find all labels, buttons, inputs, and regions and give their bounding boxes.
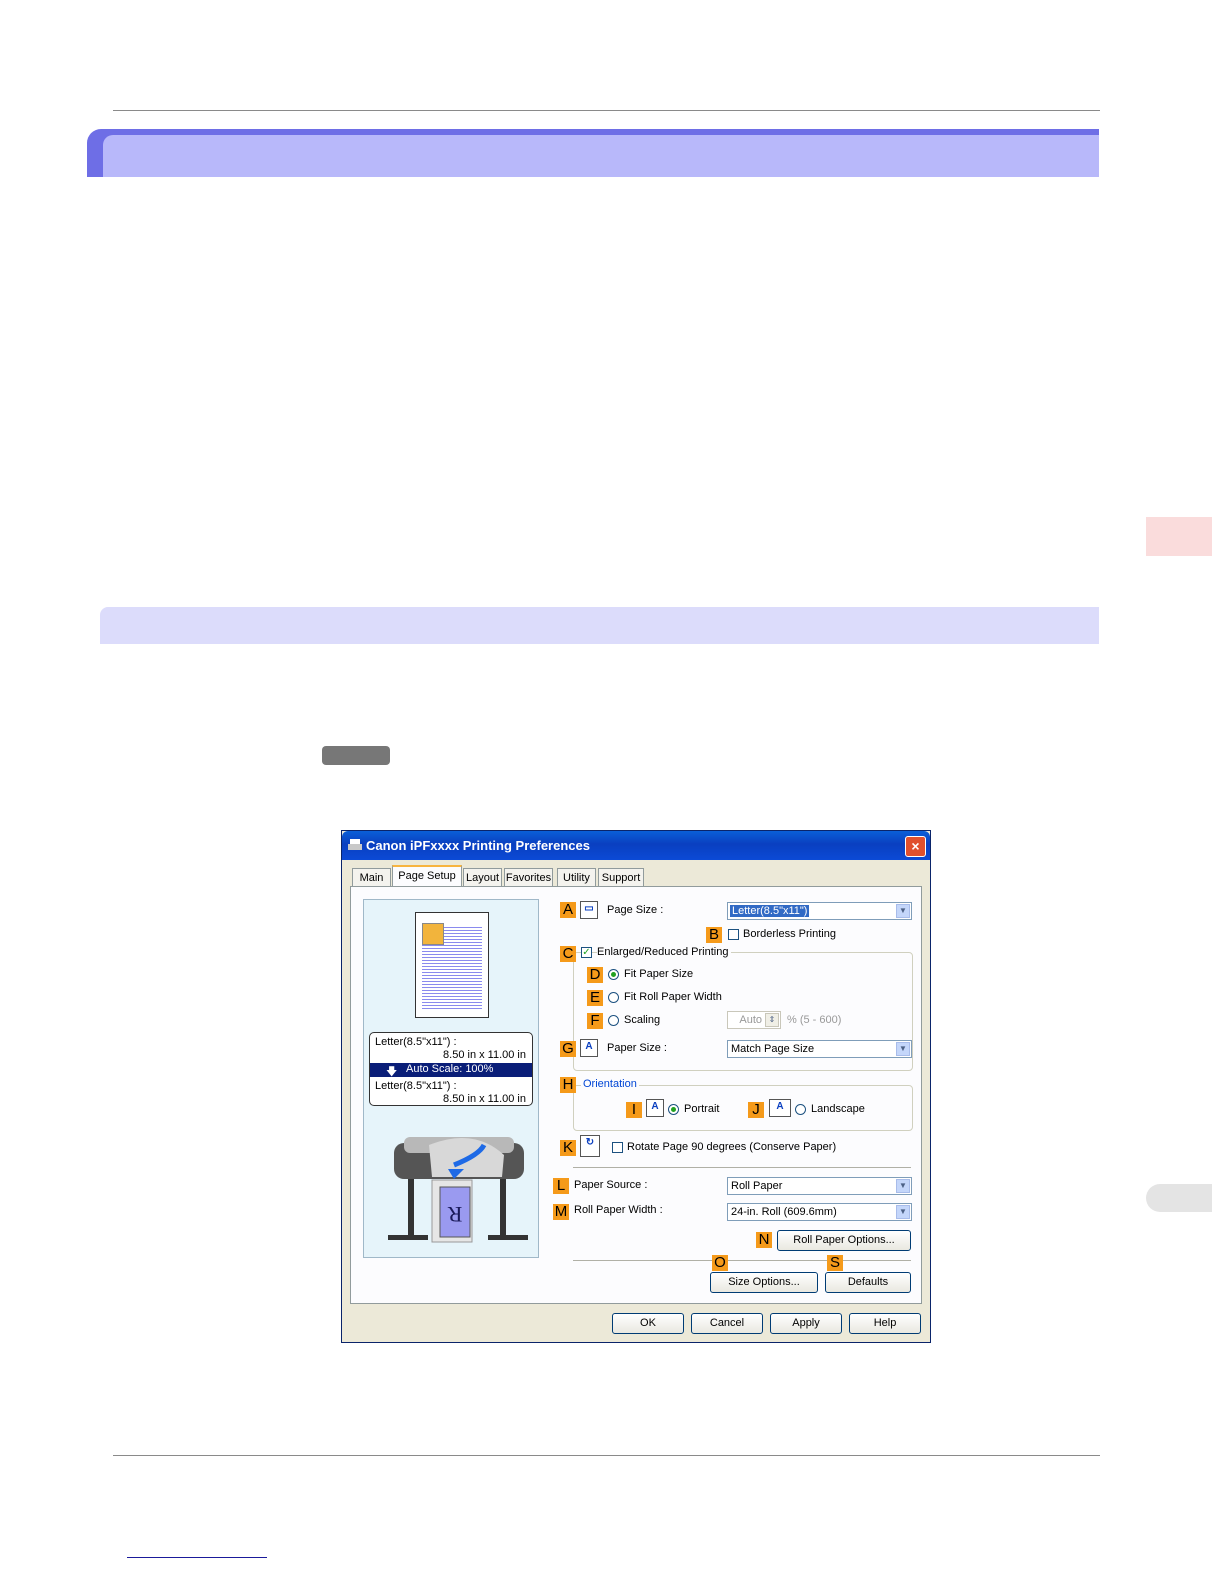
callout-a: A — [560, 902, 576, 918]
separator — [573, 1167, 911, 1168]
callout-s: S — [827, 1255, 843, 1271]
portrait-label: Portrait — [684, 1103, 720, 1115]
callout-c: C — [560, 946, 576, 962]
callout-o: O — [712, 1255, 728, 1271]
section-header-bar — [87, 129, 1099, 177]
side-page-tab — [1146, 1184, 1212, 1212]
scaling-radio[interactable] — [608, 1015, 619, 1026]
tab-support[interactable]: Support — [598, 868, 644, 887]
page-size-value: Letter(8.5"x11") — [730, 905, 810, 917]
paper-size-select[interactable]: Match Page Size ▼ — [727, 1040, 912, 1058]
size-options-button[interactable]: Size Options... — [710, 1272, 818, 1293]
roll-width-value: 24-in. Roll (609.6mm) — [731, 1206, 837, 1218]
callout-d: D — [587, 967, 603, 983]
callout-k: K — [560, 1140, 576, 1156]
paper-source-value: Roll Paper — [731, 1180, 783, 1192]
footer-link-underline[interactable] — [127, 1557, 267, 1558]
callout-b: B — [706, 927, 722, 943]
roll-width-select[interactable]: 24-in. Roll (609.6mm) ▼ — [727, 1203, 912, 1221]
auto-scale-band: 🡇 Auto Scale: 100% — [370, 1063, 532, 1078]
separator — [573, 1260, 911, 1261]
printer-letter: R — [447, 1202, 462, 1227]
chevron-down-icon: ▼ — [896, 1205, 910, 1219]
gray-badge — [322, 746, 390, 765]
defaults-button[interactable]: Defaults — [825, 1272, 911, 1293]
callout-e: E — [587, 990, 603, 1006]
callout-f: F — [587, 1013, 603, 1029]
scaling-value: Auto — [739, 1014, 762, 1026]
subsection-header-bar — [100, 607, 1099, 644]
info-line-4: 8.50 in x 11.00 in — [443, 1093, 526, 1105]
fit-roll-radio[interactable] — [608, 992, 619, 1003]
spinner-icon[interactable]: ⇕ — [765, 1013, 779, 1027]
chevron-down-icon: ▼ — [896, 1179, 910, 1193]
rotate-checkbox[interactable] — [612, 1142, 623, 1153]
paper-size-value: Match Page Size — [731, 1043, 815, 1055]
callout-j: J — [748, 1102, 764, 1118]
preview-area: Letter(8.5"x11") : 8.50 in x 11.00 in 🡇 … — [363, 899, 539, 1258]
page-size-select[interactable]: Letter(8.5"x11") ▼ — [727, 902, 912, 920]
chevron-down-icon: ▼ — [896, 904, 910, 918]
bottom-rule — [113, 1455, 1100, 1456]
landscape-radio[interactable] — [795, 1104, 806, 1115]
callout-h: H — [560, 1077, 576, 1093]
ok-button[interactable]: OK — [612, 1313, 684, 1334]
enlarged-label: Enlarged/Reduced Printing — [597, 946, 732, 958]
scaling-input[interactable]: Auto ⇕ — [727, 1011, 781, 1029]
tab-favorites[interactable]: Favorites — [504, 868, 553, 887]
roll-paper-options-button[interactable]: Roll Paper Options... — [777, 1230, 911, 1251]
tab-utility[interactable]: Utility — [557, 868, 596, 887]
tab-main[interactable]: Main — [352, 868, 391, 887]
callout-m: M — [553, 1203, 569, 1220]
page-size-icon: ▭ — [580, 901, 598, 919]
paper-size-icon: A — [580, 1039, 598, 1057]
fit-paper-label: Fit Paper Size — [624, 968, 694, 980]
landscape-icon: A — [769, 1099, 791, 1117]
borderless-checkbox[interactable] — [728, 929, 739, 940]
top-rule — [113, 110, 1100, 111]
help-button[interactable]: Help — [849, 1313, 921, 1334]
close-button[interactable]: × — [905, 836, 926, 857]
callout-i: I — [626, 1102, 642, 1118]
callout-n: N — [756, 1232, 772, 1248]
orientation-label: Orientation — [581, 1078, 639, 1090]
scaling-label: Scaling — [624, 1014, 661, 1026]
paper-info-box: Letter(8.5"x11") : 8.50 in x 11.00 in 🡇 … — [369, 1032, 533, 1106]
printer-icon — [348, 839, 362, 850]
borderless-label: Borderless Printing — [743, 928, 836, 940]
side-index-tab — [1146, 517, 1212, 556]
dialog-title: Canon iPFxxxx Printing Preferences — [366, 838, 590, 853]
paper-source-label: Paper Source : — [574, 1179, 648, 1191]
cancel-button[interactable]: Cancel — [691, 1313, 763, 1334]
page-preview-icon — [415, 912, 489, 1018]
printer-illustration: R — [388, 1137, 528, 1243]
rotate-page-icon: ↻ — [580, 1135, 600, 1157]
enlarged-checkbox[interactable]: ✓ — [581, 947, 592, 958]
paper-source-select[interactable]: Roll Paper ▼ — [727, 1177, 912, 1195]
rotate-label: Rotate Page 90 degrees (Conserve Paper) — [627, 1141, 837, 1153]
roll-width-label: Roll Paper Width : — [574, 1204, 663, 1216]
printing-preferences-dialog: Canon iPFxxxx Printing Preferences × Mai… — [341, 830, 931, 1343]
apply-button[interactable]: Apply — [770, 1313, 842, 1334]
info-line-1: Letter(8.5"x11") : — [375, 1036, 457, 1048]
paper-size-label: Paper Size : — [607, 1042, 667, 1054]
fit-paper-radio[interactable] — [608, 969, 619, 980]
tab-layout[interactable]: Layout — [463, 868, 502, 887]
scaling-range: % (5 - 600) — [787, 1014, 842, 1026]
portrait-icon: A — [646, 1099, 664, 1117]
info-line-3: Letter(8.5"x11") : — [375, 1080, 457, 1092]
chevron-down-icon: ▼ — [896, 1042, 910, 1056]
fit-roll-label: Fit Roll Paper Width — [624, 991, 722, 1003]
page-size-label: Page Size : — [607, 904, 664, 916]
landscape-label: Landscape — [811, 1103, 865, 1115]
auto-scale-label: Auto Scale: 100% — [406, 1063, 494, 1075]
callout-g: G — [560, 1041, 576, 1057]
page-setup-panel: Letter(8.5"x11") : 8.50 in x 11.00 in 🡇 … — [350, 886, 922, 1304]
portrait-radio[interactable] — [668, 1104, 679, 1115]
info-line-2: 8.50 in x 11.00 in — [443, 1049, 526, 1061]
dialog-titlebar: Canon iPFxxxx Printing Preferences × — [342, 831, 930, 860]
callout-l: L — [553, 1178, 569, 1194]
